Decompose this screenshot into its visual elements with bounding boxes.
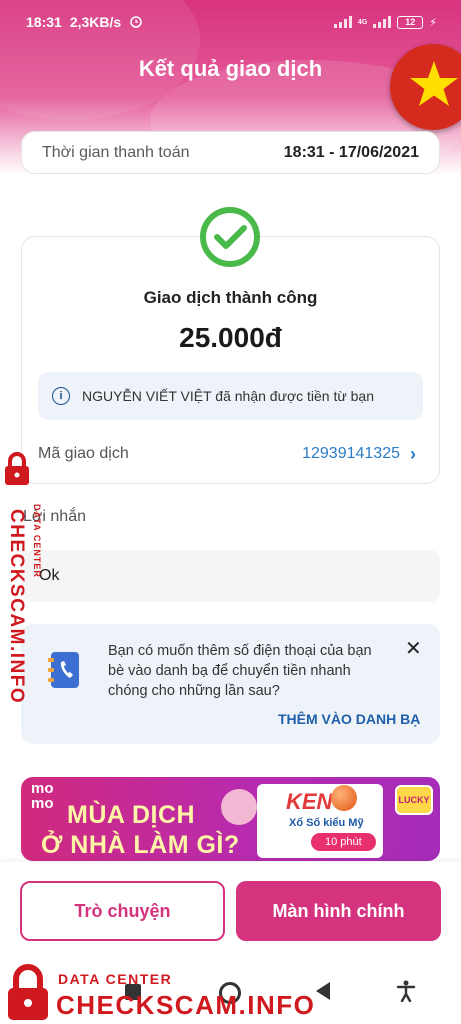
accessibility-icon[interactable] xyxy=(396,980,416,1008)
alarm-icon xyxy=(129,14,143,31)
keno-subtitle: Xổ Số kiểu Mỹ xyxy=(289,817,364,829)
watermark-side-big: CHECKSCAM.INFO xyxy=(6,509,27,705)
watermark-lock-icon-bottom xyxy=(6,964,50,1022)
lucky-badge: LUCKY xyxy=(395,785,433,815)
transaction-status: Giao dịch thành công xyxy=(143,288,318,307)
mascot-image xyxy=(221,789,257,825)
message-box: Ok xyxy=(21,550,440,602)
transaction-id-row[interactable]: Mã giao dịch 12939141325 › xyxy=(38,441,416,467)
close-icon[interactable]: ✕ xyxy=(405,636,422,661)
status-network-speed: 2,3KB/s xyxy=(69,14,122,30)
lottery-ball-image xyxy=(331,785,357,811)
status-bar: 18:31 2,3KB/s 4G 12 ⚡ xyxy=(0,0,461,44)
transaction-amount: 25.000đ xyxy=(179,322,282,353)
success-check-icon xyxy=(199,206,261,268)
keno-frequency-badge: 10 phút xyxy=(311,833,376,851)
charging-icon: ⚡ xyxy=(429,16,437,29)
chat-button[interactable]: Trò chuyện xyxy=(20,881,225,941)
watermark-bottom-small: DATA CENTER xyxy=(58,971,173,987)
promo-banner[interactable]: mo mo MÙA DỊCH Ở NHÀ LÀM GÌ? KENO Xổ Số … xyxy=(21,777,440,861)
banner-headline-2: Ở NHÀ LÀM GÌ? xyxy=(41,831,240,859)
watermark-bottom-big: CHECKSCAM.INFO xyxy=(56,990,316,1020)
info-icon: i xyxy=(52,387,70,405)
signal-icon xyxy=(333,16,352,28)
watermark-side-small: DATA CENTER xyxy=(32,504,42,578)
back-icon[interactable] xyxy=(316,982,330,1000)
message-value: Ok xyxy=(39,567,60,584)
signal-icon-2 xyxy=(373,16,392,28)
transaction-id-value[interactable]: 12939141325 xyxy=(302,445,400,463)
watermark-lock-icon xyxy=(4,452,30,486)
payment-time-card: Thời gian thanh toán 18:31 - 17/06/2021 xyxy=(21,131,440,174)
add-contact-prompt: Bạn có muốn thêm số điện thoại của bạn b… xyxy=(108,643,372,699)
payment-time-label: Thời gian thanh toán xyxy=(42,143,190,161)
home-screen-button[interactable]: Màn hình chính xyxy=(236,881,441,941)
payment-time-value: 18:31 - 17/06/2021 xyxy=(283,143,419,161)
network-type: 4G xyxy=(357,18,368,26)
battery-icon: 12 xyxy=(397,15,424,29)
recipient-info-text: NGUYỄN VIẾT VIỆT đã nhận được tiền từ bạ… xyxy=(82,388,374,404)
add-to-contacts-button[interactable]: THÊM VÀO DANH BẠ xyxy=(278,711,420,727)
chevron-right-icon[interactable]: › xyxy=(410,444,416,465)
recipient-info-box: i NGUYỄN VIẾT VIỆT đã nhận được tiền từ … xyxy=(38,372,423,420)
transaction-id-label: Mã giao dịch xyxy=(38,445,129,462)
status-time: 18:31 xyxy=(26,14,62,30)
contact-book-icon xyxy=(48,650,84,690)
momo-logo: mo mo xyxy=(31,780,54,812)
banner-headline-1: MÙA DỊCH xyxy=(67,801,196,829)
